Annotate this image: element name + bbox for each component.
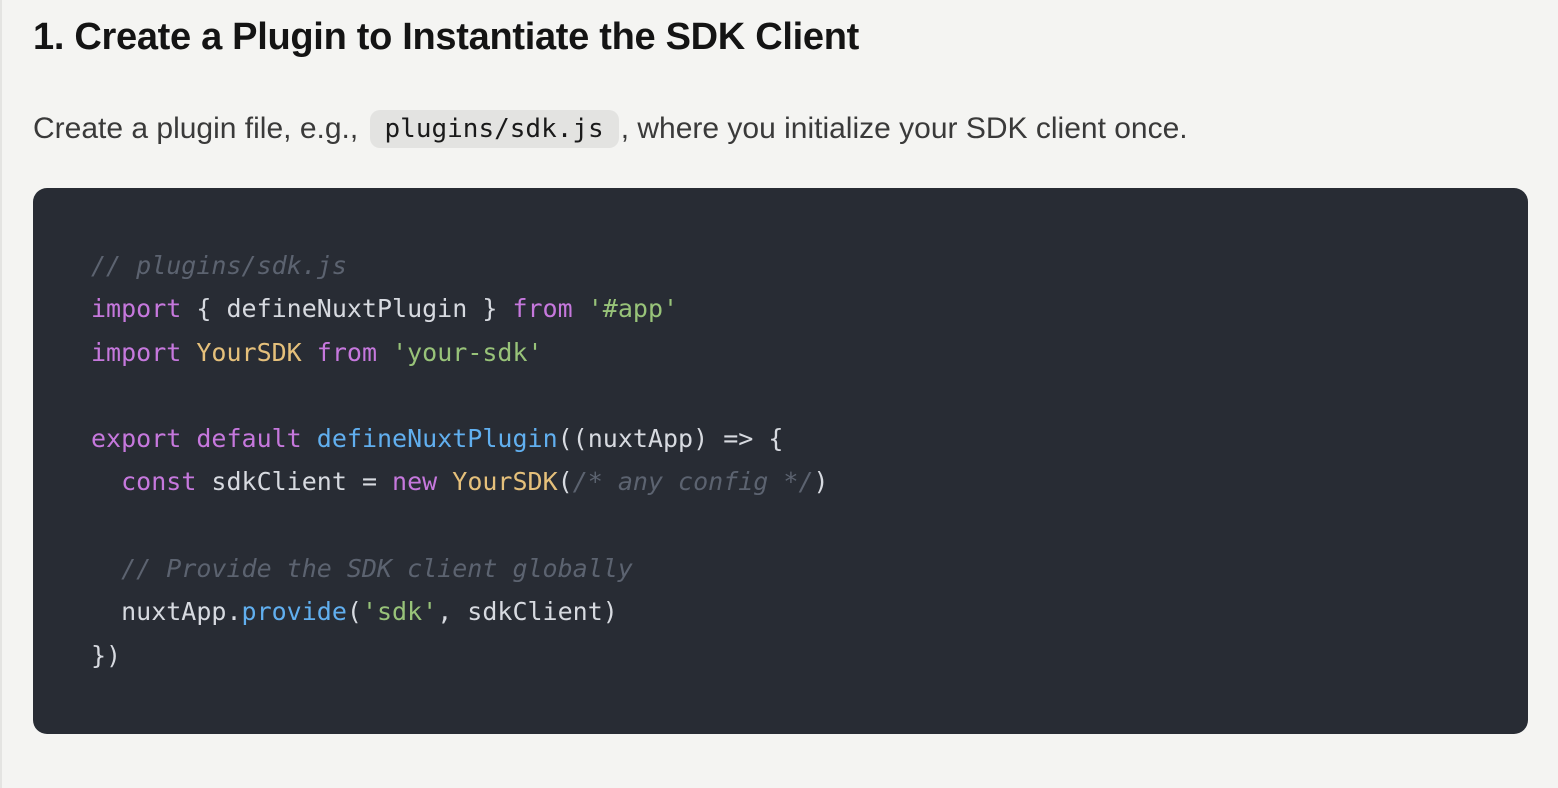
code-line: // Provide the SDK client globally [91,547,829,590]
code-token-class: YourSDK [452,467,558,497]
code-token-plain: ( [557,467,573,497]
code-token-comment: // Provide the SDK client globally [121,554,633,584]
code-token-string: 'sdk' [361,597,438,627]
section-heading: 1. Create a Plugin to Instantiate the SD… [33,16,859,58]
code-token-plain: }) [91,640,122,670]
code-token-plain: { defineNuxtPlugin } [181,294,513,324]
code-token-string: 'your-sdk' [392,337,543,367]
code-line: nuxtApp.provide('sdk', sdkClient) [91,590,829,633]
code-token-plain: , sdkClient) [437,597,618,627]
code-token-plain: ( [346,597,362,627]
code-token-keyword: new [392,467,438,497]
code-token-keyword: import [91,337,182,367]
code-token-keyword: default [196,424,302,454]
code-token-string: '#app' [587,294,679,324]
inline-code-filename: plugins/sdk.js [369,110,619,148]
code-token-plain: nuxtApp. [91,597,242,627]
code-token-comment: /* any config */ [572,467,814,497]
code-token-class: YourSDK [196,337,302,367]
left-border [0,0,2,788]
code-block[interactable]: // plugins/sdk.js import { defineNuxtPlug… [33,188,1528,734]
code-token-plain: sdkClient = [196,467,393,497]
code-line: import { defineNuxtPlugin } from '#app' [91,287,829,330]
paragraph-text-after: , where you initialize your SDK client o… [620,112,1188,145]
code-line: const sdkClient = new YourSDK(/* any con… [91,460,829,503]
code-line: import YourSDK from 'your-sdk' [91,331,829,374]
code-content[interactable]: // plugins/sdk.js import { defineNuxtPlug… [91,244,829,677]
code-line: // plugins/sdk.js [91,244,829,287]
code-token-keyword: export [91,424,182,454]
code-token-func: provide [241,597,347,627]
code-line: export default defineNuxtPlugin((nuxtApp… [91,417,829,460]
paragraph-text-before: Create a plugin file, e.g., [33,112,367,145]
code-token-keyword: const [121,467,197,497]
code-token-keyword: from [316,337,378,367]
code-token-keyword: from [512,294,573,324]
code-token-keyword: import [91,294,182,324]
code-token-func: defineNuxtPlugin [316,424,558,454]
code-token-comment: // plugins/sdk.js [91,251,347,280]
code-token-plain: ) [813,467,829,497]
code-line: }) [91,634,829,677]
code-token-plain: ((nuxtApp) => { [557,424,784,454]
intro-paragraph: Create a plugin file, e.g., plugins/sdk.… [33,106,1188,152]
